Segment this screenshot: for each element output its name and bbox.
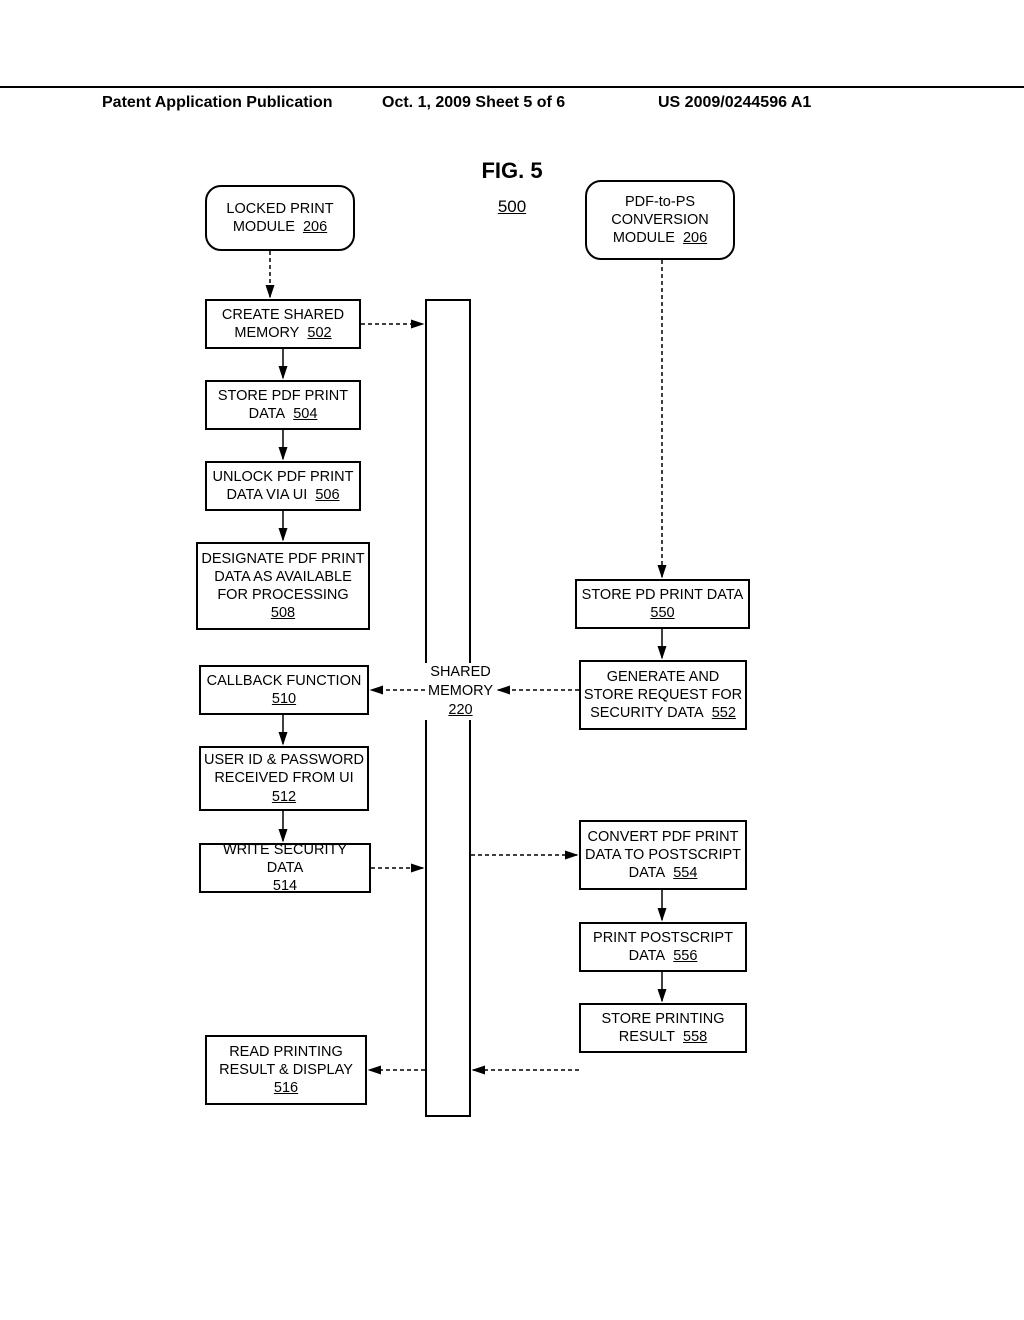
callback-function-box: CALLBACK FUNCTION 510 [199,665,369,715]
page-header: Patent Application Publication Oct. 1, 2… [0,86,1024,94]
header-mid: Oct. 1, 2009 Sheet 5 of 6 [382,94,565,112]
create-shared-memory-box: CREATE SHARED MEMORY 502 [205,299,361,349]
store-printing-result-box: STORE PRINTING RESULT 558 [579,1003,747,1053]
write-security-data-box: WRITE SECURITY DATA 514 [199,843,371,893]
designate-pdf-box: DESIGNATE PDF PRINT DATA AS AVAILABLE FO… [196,542,370,630]
shared-memory-label: SHARED MEMORY 220 [424,663,497,720]
store-pdf-print-data-box: STORE PDF PRINT DATA 504 [205,380,361,430]
header-right: US 2009/0244596 A1 [658,94,811,112]
locked-print-module-box: LOCKED PRINT MODULE 206 [205,185,355,251]
unlock-pdf-print-data-box: UNLOCK PDF PRINT DATA VIA UI 506 [205,461,361,511]
pdf-to-ps-module-box: PDF-to-PS CONVERSION MODULE 206 [585,180,735,260]
user-id-password-box: USER ID & PASSWORD RECEIVED FROM UI 512 [199,746,369,811]
generate-request-box: GENERATE AND STORE REQUEST FOR SECURITY … [579,660,747,730]
read-printing-result-box: READ PRINTING RESULT & DISPLAY 516 [205,1035,367,1105]
print-postscript-box: PRINT POSTSCRIPT DATA 556 [579,922,747,972]
store-pd-print-data-box: STORE PD PRINT DATA 550 [575,579,750,629]
flowchart-diagram: LOCKED PRINT MODULE 206 PDF-to-PS CONVER… [190,180,770,1180]
convert-pdf-box: CONVERT PDF PRINT DATA TO POSTSCRIPT DAT… [579,820,747,890]
header-left: Patent Application Publication [102,94,333,112]
